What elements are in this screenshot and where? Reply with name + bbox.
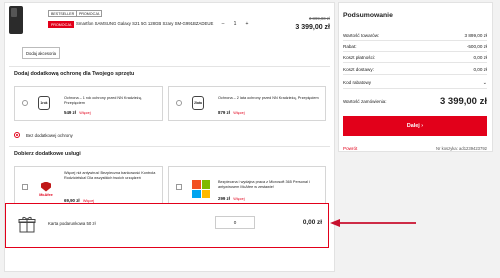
promo-label: PROMOCJA (48, 21, 75, 28)
mcafee-logo: McAfee (34, 176, 58, 202)
no-protection-label[interactable]: Bez dodatkowej ochrony (26, 133, 73, 138)
gift-icon (18, 215, 36, 233)
mcafee-wordmark: McAfee (39, 192, 53, 197)
service-option-2-checkbox[interactable] (176, 184, 182, 190)
shield-2-years-icon: 2lata (192, 96, 204, 110)
divider (9, 146, 330, 147)
summary-row-value: 0,00 zł (473, 55, 487, 60)
protection-option-1-text: Ochrona – 1 rok ochrony przed NN Kradzie… (64, 96, 142, 105)
protection-option-2-price: 879 zł (218, 110, 230, 115)
shield-1-year-icon: 1rok (38, 96, 50, 110)
old-price: 3 899,00 zł (308, 16, 330, 21)
badge-bestseller: BESTSELLER (48, 10, 78, 17)
add-accessories-button[interactable]: Dodaj akcesoria (22, 47, 60, 59)
protection-option-1-price-line: 549 zł Więcej (64, 110, 91, 115)
protection-option-1-radio[interactable] (22, 100, 28, 106)
quantity-stepper: – 1 + (219, 18, 251, 29)
summary-row-value: 3 899,00 zł (464, 33, 487, 38)
service-option-2-price: 299 zł (218, 196, 230, 201)
service-option-1-checkbox[interactable] (22, 184, 28, 190)
mcafee-shield-icon (41, 181, 51, 192)
summary-title: Podsumowanie (343, 12, 393, 19)
microsoft-365-mcafee-logo (192, 180, 210, 198)
product-image[interactable] (9, 6, 23, 34)
product-price: 3 399,00 zł (295, 24, 330, 31)
divider (9, 66, 330, 67)
gift-card-label: Karta podarunkowa 50 zł (48, 221, 96, 226)
summary-row-payment-cost: Koszt płatności: 0,00 zł (343, 55, 487, 60)
service-option-2-more-link[interactable]: Więcej (233, 197, 244, 201)
summary-row-label: Wartość towarów: (343, 33, 380, 38)
protection-option-2-more-link[interactable]: Więcej (233, 111, 244, 115)
divider (343, 62, 487, 63)
qty-value[interactable]: 1 (230, 21, 240, 27)
summary-row-label: Rabat: (343, 44, 357, 49)
protection-option-1-more-link[interactable]: Więcej (79, 111, 90, 115)
protection-option-1-price: 549 zł (64, 110, 76, 115)
qty-plus-button[interactable]: + (243, 21, 251, 27)
qty-minus-button[interactable]: – (219, 21, 227, 27)
order-total-label: Wartość zamówienia: (343, 99, 387, 104)
no-protection-radio[interactable] (14, 132, 20, 138)
annotation-arrow-icon (330, 219, 416, 227)
summary-row-discount: Rabat: -500,00 zł (343, 44, 487, 49)
protection-option-2-price-line: 879 zł Więcej (218, 110, 245, 115)
summary-row-delivery-cost: Koszt dostawy: 0,00 zł (343, 67, 487, 72)
badge-promocja: PROMOCJA (76, 10, 103, 17)
promo-code-toggle[interactable]: Kod rabatowy ⌄ (343, 80, 487, 86)
order-total-value: 3 399,00 zł (439, 96, 487, 107)
back-link[interactable]: Powrót (343, 146, 357, 151)
service-option-2-text: Bezpieczna i wydajna praca z Microsoft 3… (218, 180, 310, 189)
gift-card-price: 0,00 zł (302, 219, 322, 226)
order-total-row: Wartość zamówienia: 3 399,00 zł (343, 96, 487, 107)
divider (343, 40, 487, 41)
divider (343, 51, 487, 52)
camera-icon (11, 8, 17, 17)
summary-row-value: 0,00 zł (473, 67, 487, 72)
chevron-down-icon[interactable]: ⌄ (483, 80, 487, 86)
protection-option-2-text: Ochrona – 2 lata ochrony przed NN Kradzi… (218, 96, 319, 100)
service-option-2-price-line: 299 zł Więcej (218, 196, 245, 201)
divider (343, 74, 487, 75)
summary-row-value: -500,00 zł (466, 44, 487, 49)
summary-row-label: Koszt dostawy: (343, 67, 374, 72)
gift-card-quantity-input[interactable]: 0 (215, 216, 255, 229)
summary-row-label: Koszt płatności: (343, 55, 376, 60)
service-option-1-text: Więcej niż antywirus! Bezpieczna bankowo… (64, 171, 156, 180)
divider (343, 88, 487, 89)
promo-code-label[interactable]: Kod rabatowy (343, 80, 371, 86)
next-button[interactable]: Dalej › (343, 116, 487, 136)
summary-row-goods-value: Wartość towarów: 3 899,00 zł (343, 33, 487, 38)
cart-number: Nr koszyka: ad1239423792 (436, 146, 487, 151)
services-title: Dobierz dodatkowe usługi (14, 151, 81, 157)
protection-option-2-radio[interactable] (176, 100, 182, 106)
protection-title: Dodaj dodatkową ochronę dla Twojego sprz… (14, 71, 135, 77)
product-name[interactable]: Smartfon SAMSUNG Galaxy S21 5G 128GB Sza… (76, 21, 216, 27)
